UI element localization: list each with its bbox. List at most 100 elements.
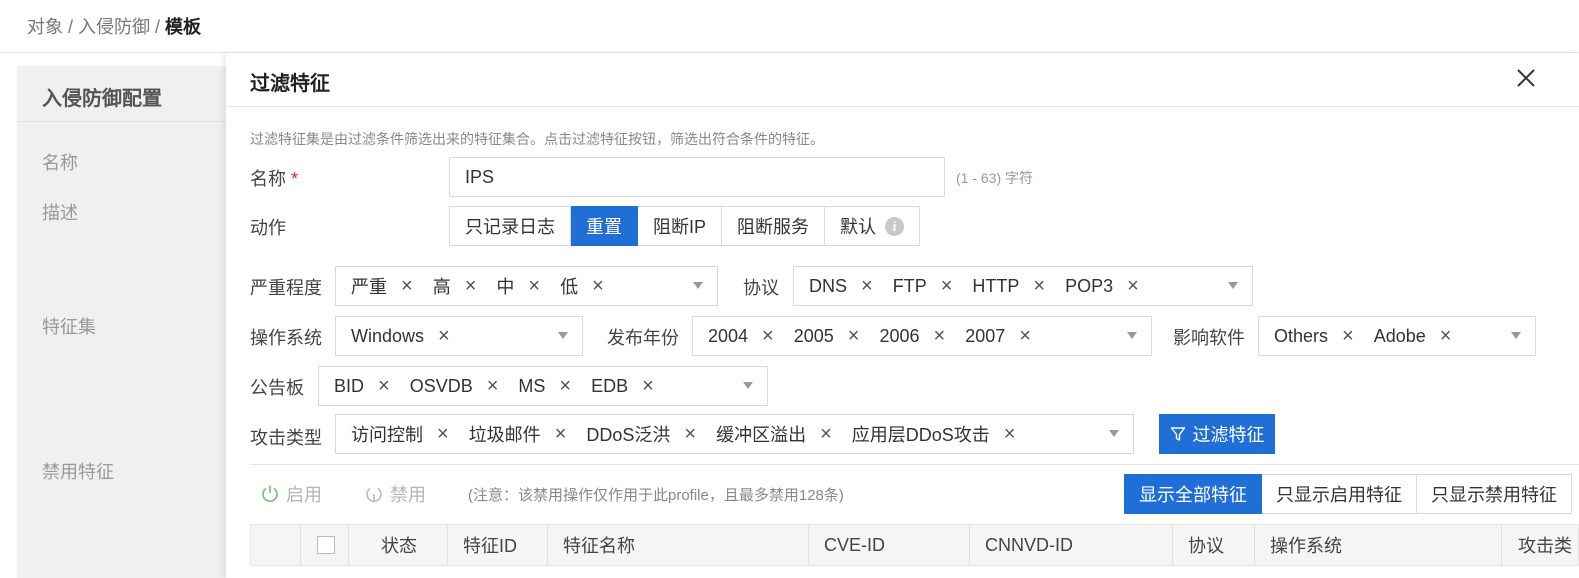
name-input[interactable] <box>449 157 945 197</box>
background-label-description: 描述 <box>42 203 78 223</box>
remove-tag-icon[interactable]: × <box>1033 276 1045 296</box>
column-signature-name[interactable]: 特征名称 <box>563 525 635 565</box>
attack-type-select[interactable]: 访问控制 × 垃圾邮件 × DDoS泛洪 × 缓冲区溢出 × 应用层DDoS攻击 × <box>335 414 1134 454</box>
tag-severity-medium: 中 × <box>496 275 541 297</box>
tag-bulletin-ms: MS × <box>518 375 572 397</box>
tag-severity-high: 高 × <box>432 275 477 297</box>
show-enabled-signatures-button[interactable]: 只显示启用特征 <box>1262 474 1417 514</box>
remove-tag-icon[interactable]: × <box>401 276 413 296</box>
breadcrumb-current: 模板 <box>165 17 202 37</box>
breadcrumb: 对象 / 入侵防御 / 模板 <box>27 17 202 37</box>
dropdown-arrow-icon[interactable] <box>743 382 753 389</box>
show-disabled-signatures-button[interactable]: 只显示禁用特征 <box>1417 474 1572 514</box>
drawer-description: 过滤特征集是由过滤条件筛选出来的特征集合。点击过滤特征按钮，筛选出符合条件的特征… <box>250 131 824 147</box>
remove-tag-icon[interactable]: × <box>528 276 540 296</box>
info-icon[interactable]: i <box>885 216 905 236</box>
remove-tag-icon[interactable]: × <box>465 276 477 296</box>
column-cve-id[interactable]: CVE-ID <box>824 525 885 565</box>
software-label: 影响软件 <box>1173 328 1245 348</box>
remove-tag-icon[interactable]: × <box>684 424 696 444</box>
tag-attack-spam: 垃圾邮件 × <box>468 423 567 445</box>
remove-tag-icon[interactable]: × <box>487 376 499 396</box>
bulletin-label: 公告板 <box>250 378 304 398</box>
tag-bulletin-edb: EDB × <box>591 375 654 397</box>
action-log-only-button[interactable]: 只记录日志 <box>449 206 571 246</box>
column-cnnvd-id[interactable]: CNNVD-ID <box>985 525 1073 565</box>
close-icon[interactable] <box>1515 67 1537 89</box>
severity-select[interactable]: 严重 × 高 × 中 × 低 × <box>335 266 718 306</box>
year-select[interactable]: 2004 × 2005 × 2006 × 2007 × <box>692 316 1152 356</box>
remove-tag-icon[interactable]: × <box>941 276 953 296</box>
background-title-divider <box>17 121 227 122</box>
breadcrumb-objects[interactable]: 对象 <box>27 17 63 37</box>
show-all-signatures-button[interactable]: 显示全部特征 <box>1124 474 1262 514</box>
drawer-header-divider <box>226 106 1579 107</box>
dropdown-arrow-icon[interactable] <box>1109 430 1119 437</box>
power-off-icon <box>366 487 382 502</box>
protocol-label: 协议 <box>743 278 779 298</box>
action-block-service-button[interactable]: 阻断服务 <box>722 206 826 246</box>
remove-tag-icon[interactable]: × <box>592 276 604 296</box>
dropdown-arrow-icon[interactable] <box>693 282 703 289</box>
remove-tag-icon[interactable]: × <box>1342 326 1354 346</box>
remove-tag-icon[interactable]: × <box>1019 326 1031 346</box>
protocol-select[interactable]: DNS × FTP × HTTP × POP3 × <box>793 266 1253 306</box>
remove-tag-icon[interactable]: × <box>559 376 571 396</box>
remove-tag-icon[interactable]: × <box>438 326 450 346</box>
filter-signature-button[interactable]: 过滤特征 <box>1159 414 1275 454</box>
dropdown-arrow-icon[interactable] <box>558 332 568 339</box>
column-attack-type[interactable]: 攻击类 <box>1518 525 1572 565</box>
tag-attack-app-layer-ddos: 应用层DDoS攻击 × <box>851 423 1016 445</box>
remove-tag-icon[interactable]: × <box>437 424 449 444</box>
remove-tag-icon[interactable]: × <box>1440 326 1452 346</box>
remove-tag-icon[interactable]: × <box>1004 424 1016 444</box>
column-signature-id[interactable]: 特征ID <box>463 525 517 565</box>
remove-tag-icon[interactable]: × <box>848 326 860 346</box>
tag-year-2006: 2006 × <box>879 325 946 347</box>
severity-label: 严重程度 <box>250 278 322 298</box>
dropdown-arrow-icon[interactable] <box>1127 332 1137 339</box>
power-icon <box>262 485 278 502</box>
remove-tag-icon[interactable]: × <box>642 376 654 396</box>
filter-icon <box>1170 427 1185 441</box>
tag-bulletin-osvdb: OSVDB × <box>409 375 499 397</box>
action-block-ip-button[interactable]: 阻断IP <box>638 206 723 246</box>
tag-year-2004: 2004 × <box>708 325 774 347</box>
remove-tag-icon[interactable]: × <box>555 424 567 444</box>
software-select[interactable]: Others × Adobe × <box>1258 316 1536 356</box>
action-default-button[interactable]: 默认 i <box>825 206 921 246</box>
tag-protocol-ftp: FTP × <box>892 275 953 297</box>
year-label: 发布年份 <box>607 328 679 348</box>
dropdown-arrow-icon[interactable] <box>1228 282 1238 289</box>
drawer-title: 过滤特征 <box>250 73 330 95</box>
breadcrumb-ips[interactable]: 入侵防御 <box>78 17 150 37</box>
tag-bulletin-bid: BID × <box>334 375 390 397</box>
background-label-signature-set: 特征集 <box>42 317 96 337</box>
tag-protocol-pop3: POP3 × <box>1065 275 1139 297</box>
view-filter-control: 显示全部特征 只显示启用特征 只显示禁用特征 <box>1124 474 1572 514</box>
column-status[interactable]: 状态 <box>381 525 417 565</box>
select-all-checkbox[interactable] <box>317 536 335 554</box>
remove-tag-icon[interactable]: × <box>762 326 774 346</box>
bulletin-select[interactable]: BID × OSVDB × MS × EDB × <box>318 366 768 406</box>
attack-type-label: 攻击类型 <box>250 428 322 448</box>
remove-tag-icon[interactable]: × <box>378 376 390 396</box>
background-panel-title: 入侵防御配置 <box>42 88 162 110</box>
column-protocol[interactable]: 协议 <box>1188 525 1224 565</box>
disable-button[interactable]: 禁用 <box>364 481 426 507</box>
os-select[interactable]: Windows × <box>335 316 583 356</box>
tag-attack-ddos-flood: DDoS泛洪 × <box>586 423 697 445</box>
column-os[interactable]: 操作系统 <box>1270 525 1342 565</box>
remove-tag-icon[interactable]: × <box>820 424 832 444</box>
tag-year-2007: 2007 × <box>965 325 1031 347</box>
action-reset-button[interactable]: 重置 <box>571 206 638 246</box>
remove-tag-icon[interactable]: × <box>934 326 946 346</box>
action-segmented-control: 只记录日志 重置 阻断IP 阻断服务 默认 i <box>449 206 921 246</box>
name-label: 名称 * <box>250 169 299 189</box>
tag-os-windows: Windows × <box>351 325 450 347</box>
remove-tag-icon[interactable]: × <box>1127 276 1139 296</box>
dropdown-arrow-icon[interactable] <box>1511 332 1521 339</box>
remove-tag-icon[interactable]: × <box>861 276 873 296</box>
enable-button[interactable]: 启用 <box>260 481 322 507</box>
toolbar-divider <box>250 464 1579 465</box>
